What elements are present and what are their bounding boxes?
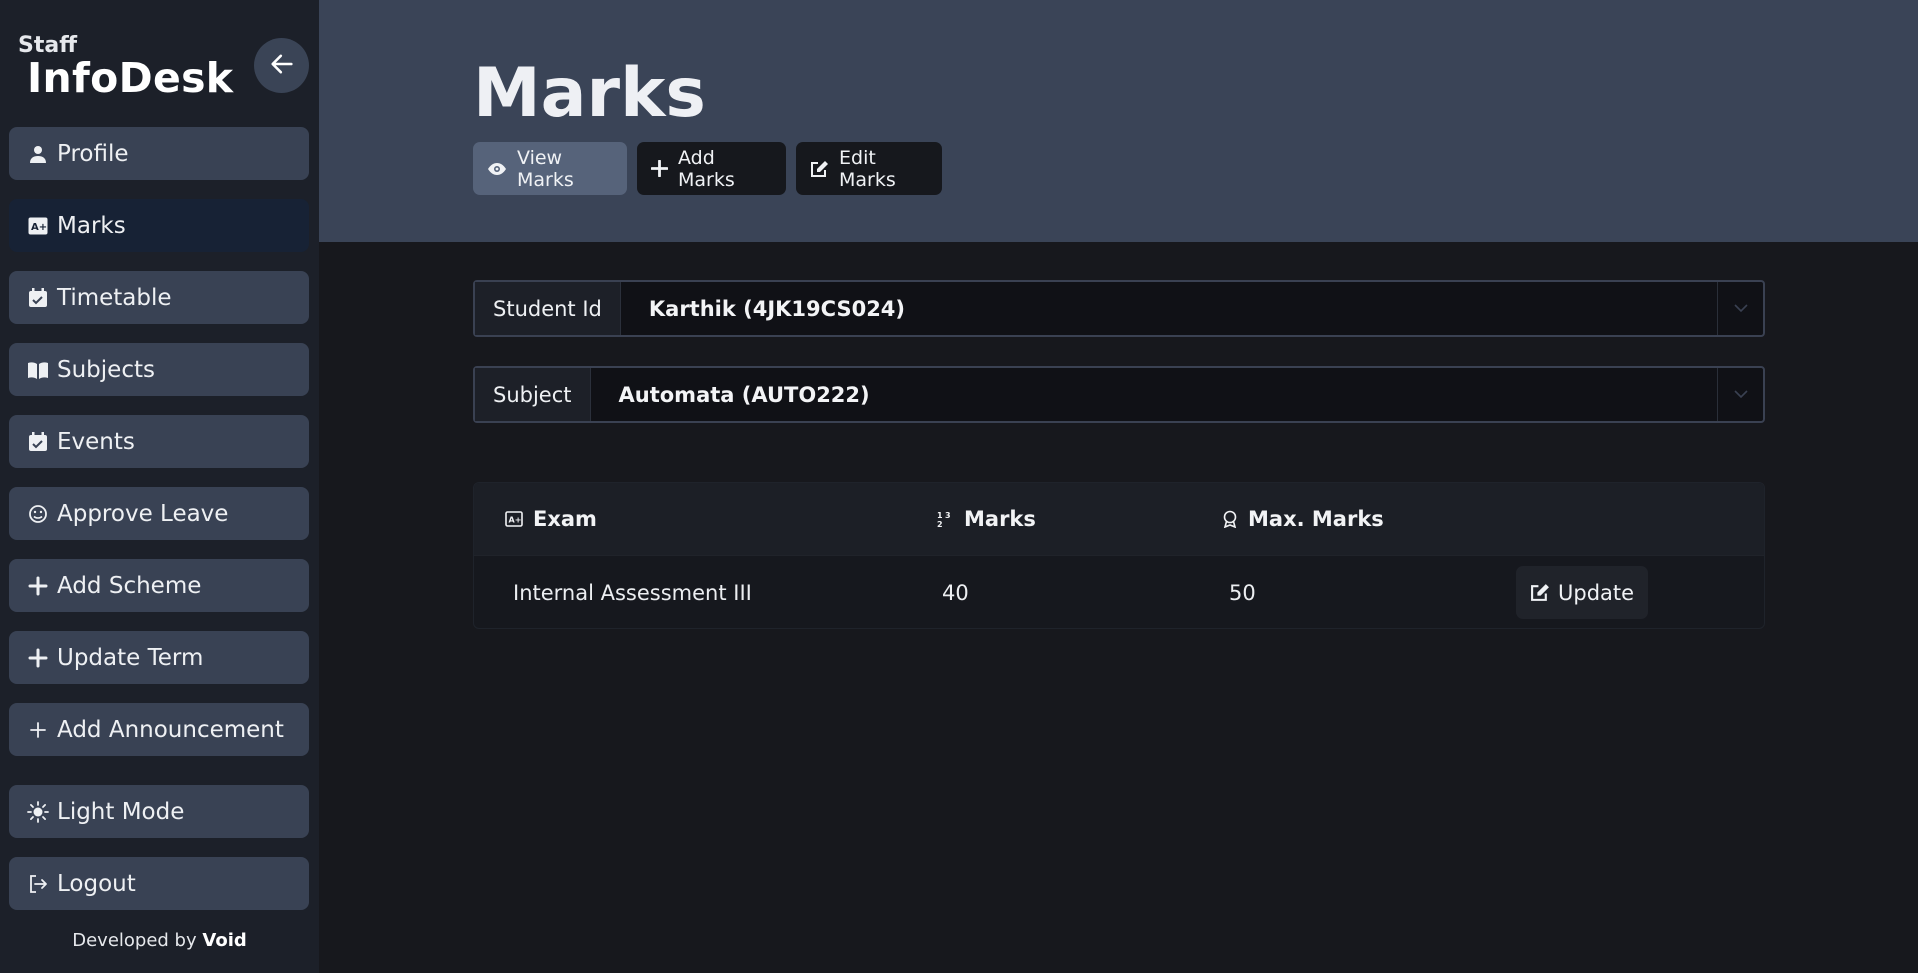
marks-table: A+ Exam 132 Marks Max. Marks Internal As… (473, 482, 1765, 629)
award-icon (1222, 510, 1238, 528)
sidebar-item-subjects[interactable]: Subjects (9, 343, 309, 396)
update-label: Update (1558, 580, 1635, 605)
svg-text:1: 1 (937, 511, 943, 520)
table-row: Internal Assessment III 40 50 Update (474, 555, 1764, 628)
svg-text:A+: A+ (31, 222, 47, 233)
chevron-down-icon[interactable] (1717, 368, 1763, 421)
column-marks: 132 Marks (936, 483, 1036, 555)
column-label: Max. Marks (1248, 507, 1384, 531)
sidebar-item-label: Marks (57, 212, 126, 239)
column-exam: A+ Exam (505, 483, 597, 555)
sidebar-item-label: Approve Leave (57, 500, 229, 527)
column-label: Exam (533, 507, 597, 531)
tab-label: Add Marks (678, 146, 735, 191)
sun-icon (25, 799, 51, 825)
sidebar-item-label: Add Announcement (57, 716, 284, 743)
student-select-label: Student Id (475, 282, 621, 335)
sidebar-item-label: Timetable (57, 284, 172, 311)
plus-icon (25, 645, 51, 671)
tab-edit-marks[interactable]: Edit Marks (796, 142, 942, 195)
calendar-check-icon (25, 429, 51, 455)
sidebar-item-marks[interactable]: A+ Marks (9, 199, 309, 252)
plus-icon (25, 573, 51, 599)
svg-text:3: 3 (945, 511, 951, 520)
tab-view-marks[interactable]: View Marks (473, 142, 627, 195)
subject-select-value: Automata (AUTO222) (618, 382, 870, 407)
edit-icon (810, 160, 829, 178)
grade-icon: A+ (25, 213, 51, 239)
sidebar: Staff InfoDesk Profile A+ Marks Timetabl… (0, 0, 319, 973)
sidebar-item-label: Events (57, 428, 135, 455)
svg-text:2: 2 (937, 520, 943, 528)
sidebar-item-label: Profile (57, 140, 129, 167)
sidebar-item-add-scheme[interactable]: Add Scheme (9, 559, 309, 612)
subject-select-label: Subject (475, 368, 591, 421)
logout-icon (25, 871, 51, 897)
logout-button[interactable]: Logout (9, 857, 309, 910)
plus-icon (25, 717, 51, 743)
user-icon (25, 141, 51, 167)
plus-icon (651, 160, 668, 177)
sidebar-item-update-term[interactable]: Update Term (9, 631, 309, 684)
sidebar-item-label: Update Term (57, 644, 204, 671)
book-icon (25, 357, 51, 383)
light-mode-toggle[interactable]: Light Mode (9, 785, 309, 838)
sidebar-item-label: Add Scheme (57, 572, 202, 599)
arrow-left-icon (268, 50, 296, 82)
brand-title: InfoDesk (27, 54, 234, 102)
grade-icon: A+ (505, 511, 523, 527)
svg-text:A+: A+ (509, 516, 522, 525)
cell-marks: 40 (942, 581, 969, 605)
tab-add-marks[interactable]: Add Marks (637, 142, 786, 195)
cell-exam: Internal Assessment III (513, 581, 752, 605)
sidebar-item-events[interactable]: Events (9, 415, 309, 468)
tab-label: View Marks (517, 146, 574, 191)
footer-prefix: Developed by (72, 930, 197, 951)
numbers-icon: 132 (936, 510, 954, 528)
calendar-check-icon (25, 285, 51, 311)
sidebar-item-approve-leave[interactable]: Approve Leave (9, 487, 309, 540)
edit-icon (1530, 583, 1550, 602)
student-select-value: Karthik (4JK19CS024) (648, 296, 906, 321)
sidebar-item-label: Subjects (57, 356, 155, 383)
collapse-sidebar-button[interactable] (254, 38, 309, 93)
light-mode-label: Light Mode (57, 798, 185, 825)
student-select[interactable]: Student Id Karthik (4JK19CS024) (473, 280, 1765, 337)
footer-credit: Developed by Void (0, 930, 319, 951)
column-label: Marks (964, 507, 1036, 531)
sidebar-item-timetable[interactable]: Timetable (9, 271, 309, 324)
logout-label: Logout (57, 870, 136, 897)
update-button[interactable]: Update (1516, 566, 1649, 619)
table-header: A+ Exam 132 Marks Max. Marks (474, 483, 1764, 555)
sidebar-item-add-announcement[interactable]: Add Announcement (9, 703, 309, 756)
leave-icon (25, 501, 51, 527)
footer-author: Void (202, 930, 247, 951)
sidebar-item-profile[interactable]: Profile (9, 127, 309, 180)
page-title: Marks (473, 54, 706, 133)
tab-label: Edit Marks (839, 146, 896, 191)
subject-select[interactable]: Subject Automata (AUTO222) (473, 366, 1765, 423)
column-max-marks: Max. Marks (1222, 483, 1384, 555)
chevron-down-icon[interactable] (1717, 282, 1763, 335)
eye-icon (487, 162, 507, 176)
cell-max-marks: 50 (1229, 581, 1256, 605)
